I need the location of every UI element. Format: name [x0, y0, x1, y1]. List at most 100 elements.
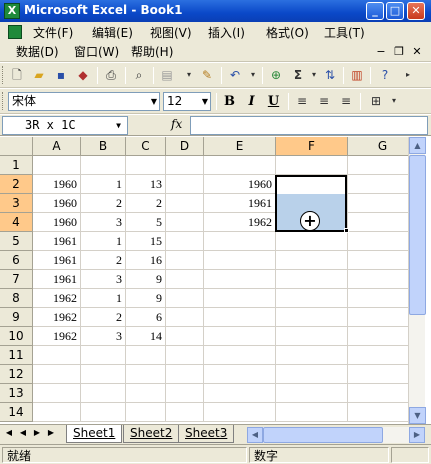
- scroll-left-icon[interactable]: ◀: [247, 427, 263, 443]
- column-header-b[interactable]: B: [81, 137, 126, 156]
- cell-b10[interactable]: 3: [81, 327, 126, 346]
- doc-restore-icon[interactable]: ❐: [392, 44, 406, 60]
- tab-sheet1[interactable]: Sheet1: [66, 425, 123, 443]
- align-left-icon[interactable]: ≡: [294, 93, 310, 109]
- scroll-down-icon[interactable]: ▼: [409, 407, 426, 424]
- cell-c12[interactable]: [126, 365, 166, 384]
- cell-c5[interactable]: 15: [126, 232, 166, 251]
- chart-wizard-icon[interactable]: ▥: [349, 67, 365, 83]
- menu-insert[interactable]: 插入(I): [208, 24, 245, 42]
- doc-close-icon[interactable]: ✕: [410, 44, 424, 60]
- cell-a8[interactable]: 1962: [33, 289, 81, 308]
- vertical-scroll-thumb[interactable]: [409, 155, 426, 315]
- print-icon[interactable]: ⎙: [103, 67, 119, 83]
- cell-g7[interactable]: [348, 270, 408, 289]
- cell-d1[interactable]: [166, 156, 204, 175]
- cell-b4[interactable]: 3: [81, 213, 126, 232]
- cell-c1[interactable]: [126, 156, 166, 175]
- maximize-button[interactable]: □: [386, 2, 404, 20]
- cell-a5[interactable]: 1961: [33, 232, 81, 251]
- cell-g6[interactable]: [348, 251, 408, 270]
- research-icon[interactable]: ⌕: [131, 67, 147, 83]
- cell-b14[interactable]: [81, 403, 126, 422]
- prev-sheet-icon[interactable]: ◀: [17, 428, 29, 437]
- cell-d3[interactable]: [166, 194, 204, 213]
- cell-a4[interactable]: 1960: [33, 213, 81, 232]
- cell-c9[interactable]: 6: [126, 308, 166, 327]
- cell-g14[interactable]: [348, 403, 408, 422]
- formula-input[interactable]: [190, 116, 428, 135]
- fill-handle[interactable]: [344, 228, 349, 233]
- cell-c4[interactable]: 5: [126, 213, 166, 232]
- cell-e2[interactable]: 1960: [204, 175, 276, 194]
- cell-c11[interactable]: [126, 346, 166, 365]
- cell-e13[interactable]: [204, 384, 276, 403]
- menu-edit[interactable]: 编辑(E): [92, 24, 133, 42]
- cell-b5[interactable]: 1: [81, 232, 126, 251]
- cell-a14[interactable]: [33, 403, 81, 422]
- toolbar-grip[interactable]: [2, 92, 5, 110]
- toolbar-options-icon[interactable]: ▸: [400, 67, 416, 83]
- cell-c6[interactable]: 16: [126, 251, 166, 270]
- close-button[interactable]: ✕: [407, 2, 425, 20]
- cell-e7[interactable]: [204, 270, 276, 289]
- active-cell[interactable]: [277, 177, 345, 194]
- save-icon[interactable]: ▪: [53, 67, 69, 83]
- cell-f5[interactable]: [276, 232, 348, 251]
- cell-a7[interactable]: 1961: [33, 270, 81, 289]
- row-header-10[interactable]: 10: [0, 327, 33, 346]
- cell-f12[interactable]: [276, 365, 348, 384]
- row-header-12[interactable]: 12: [0, 365, 33, 384]
- column-header-d[interactable]: D: [166, 137, 204, 156]
- row-header-3[interactable]: 3: [0, 194, 33, 213]
- worksheet-grid[interactable]: A B C D E F G 1 2 1960 1 13 1960 3 1960 2 2 1961 4 1960 3 5 19…: [0, 137, 408, 424]
- cell-d4[interactable]: [166, 213, 204, 232]
- autosum-icon[interactable]: Σ: [290, 67, 306, 83]
- name-box[interactable]: 3R x 1C ▼: [2, 116, 128, 135]
- row-header-6[interactable]: 6: [0, 251, 33, 270]
- cell-g12[interactable]: [348, 365, 408, 384]
- minimize-button[interactable]: _: [366, 2, 384, 20]
- cell-c14[interactable]: [126, 403, 166, 422]
- format-painter-icon[interactable]: ✎: [199, 67, 215, 83]
- cell-c13[interactable]: [126, 384, 166, 403]
- new-icon[interactable]: 🗋: [9, 67, 25, 83]
- font-size-select[interactable]: 12 ▼: [163, 92, 211, 111]
- cell-g3[interactable]: [348, 194, 408, 213]
- cell-e5[interactable]: [204, 232, 276, 251]
- align-right-icon[interactable]: ≡: [338, 93, 354, 109]
- row-header-2[interactable]: 2: [0, 175, 33, 194]
- sort-ascending-icon[interactable]: ⇅: [322, 67, 338, 83]
- cell-d2[interactable]: [166, 175, 204, 194]
- menu-tools[interactable]: 工具(T): [324, 24, 365, 42]
- help-icon[interactable]: ?: [377, 67, 393, 83]
- cell-a6[interactable]: 1961: [33, 251, 81, 270]
- cell-b9[interactable]: 2: [81, 308, 126, 327]
- cell-f11[interactable]: [276, 346, 348, 365]
- horizontal-scrollbar[interactable]: ◀ ▶: [247, 427, 425, 443]
- menu-view[interactable]: 视图(V): [150, 24, 192, 42]
- cell-b3[interactable]: 2: [81, 194, 126, 213]
- paste-dropdown-icon[interactable]: ▾: [181, 67, 197, 83]
- cell-d7[interactable]: [166, 270, 204, 289]
- tab-sheet2[interactable]: Sheet2: [123, 425, 180, 443]
- row-header-5[interactable]: 5: [0, 232, 33, 251]
- cell-b8[interactable]: 1: [81, 289, 126, 308]
- row-header-11[interactable]: 11: [0, 346, 33, 365]
- cell-e1[interactable]: [204, 156, 276, 175]
- cell-g10[interactable]: [348, 327, 408, 346]
- permission-icon[interactable]: ◆: [75, 67, 91, 83]
- select-all-corner[interactable]: [0, 137, 33, 156]
- hyperlink-icon[interactable]: ⊕: [268, 67, 284, 83]
- undo-icon[interactable]: ↶: [227, 67, 243, 83]
- cell-d13[interactable]: [166, 384, 204, 403]
- menu-window[interactable]: 窗口(W): [74, 43, 119, 61]
- scroll-right-icon[interactable]: ▶: [409, 427, 425, 443]
- vertical-scrollbar[interactable]: ▲ ▼: [408, 137, 426, 424]
- horizontal-scroll-thumb[interactable]: [263, 427, 383, 443]
- cell-a2[interactable]: 1960: [33, 175, 81, 194]
- cell-f8[interactable]: [276, 289, 348, 308]
- cell-b7[interactable]: 3: [81, 270, 126, 289]
- cell-g1[interactable]: [348, 156, 408, 175]
- row-header-9[interactable]: 9: [0, 308, 33, 327]
